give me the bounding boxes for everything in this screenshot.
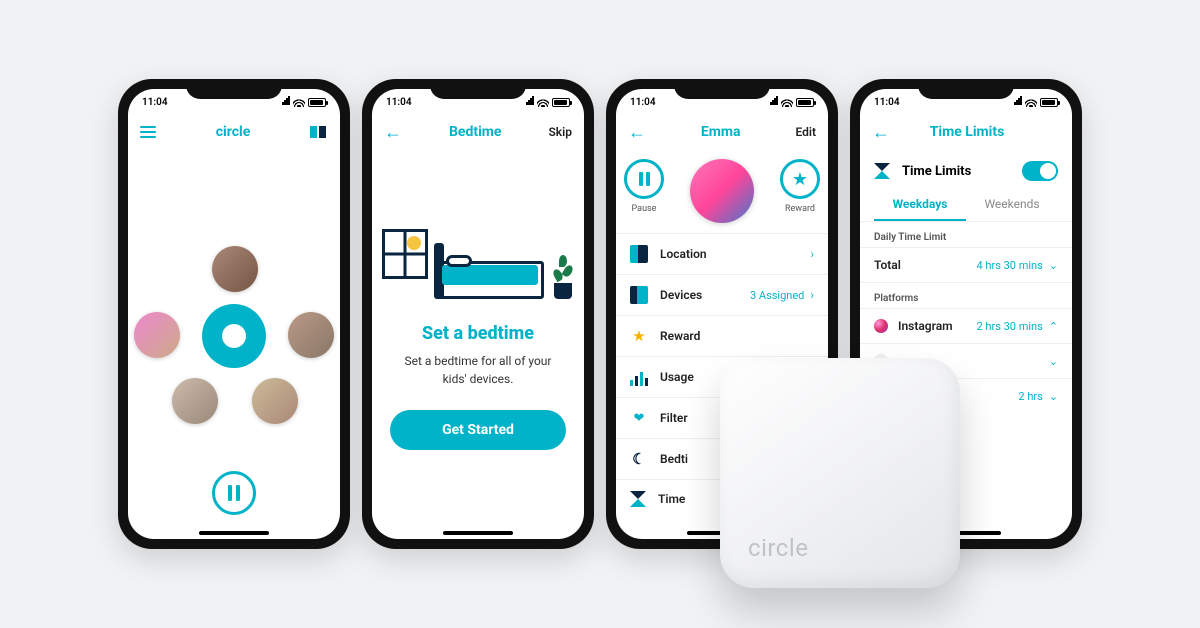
clock: 11:04	[142, 97, 168, 108]
hourglass-icon	[630, 491, 646, 507]
toggle-switch[interactable]	[1022, 161, 1058, 181]
location-icon	[630, 245, 648, 263]
window-icon	[382, 229, 428, 279]
pause-icon	[624, 159, 664, 199]
bedtime-icon	[630, 450, 648, 468]
family-avatar[interactable]	[212, 246, 258, 292]
phone-home: 11:04 circle	[118, 79, 350, 549]
battery-icon	[796, 98, 814, 107]
bed-icon	[436, 239, 544, 299]
menu-row-devices[interactable]: Devices 3 Assigned ›	[616, 274, 828, 315]
plant-icon	[552, 249, 574, 299]
back-button[interactable]: ←	[384, 122, 402, 143]
pause-label: Pause	[632, 204, 657, 214]
filter-icon	[630, 409, 648, 427]
profile-avatar[interactable]	[690, 159, 754, 223]
app-title: circle	[216, 124, 251, 140]
pause-all-button[interactable]	[212, 471, 256, 515]
hourglass-icon	[874, 163, 890, 179]
wifi-icon	[1025, 98, 1037, 107]
signal-icon	[282, 96, 290, 108]
skip-button[interactable]: Skip	[548, 125, 572, 139]
family-avatar[interactable]	[134, 312, 180, 358]
reward-label: Reward	[785, 204, 815, 214]
reward-button[interactable]: ★ Reward	[780, 159, 820, 223]
signal-icon	[1014, 96, 1022, 108]
hamburger-menu-icon[interactable]	[140, 126, 156, 138]
wifi-icon	[537, 98, 549, 107]
family-avatar[interactable]	[172, 378, 218, 424]
battery-icon	[552, 98, 570, 107]
time-limits-toggle-row[interactable]: Time Limits	[860, 149, 1072, 193]
family-avatar[interactable]	[288, 312, 334, 358]
bedtime-illustration	[372, 149, 584, 299]
chevron-down-icon: ⌄	[1049, 390, 1058, 403]
menu-row-rewards[interactable]: Reward	[616, 315, 828, 356]
clock: 11:04	[630, 97, 656, 108]
section-platforms: Platforms	[860, 282, 1072, 308]
instagram-icon	[874, 319, 888, 333]
bedtime-body: Set a bedtime for all of your kids' devi…	[372, 352, 584, 388]
moon-icon	[407, 236, 421, 250]
signal-icon	[526, 96, 534, 108]
reward-icon	[630, 327, 648, 345]
wifi-icon	[293, 98, 305, 107]
limit-row-instagram[interactable]: Instagram 2 hrs 30 mins ⌃	[860, 308, 1072, 343]
phone-bedtime: 11:04 ← Bedtime Skip	[362, 79, 594, 549]
star-icon: ★	[780, 159, 820, 199]
home-center-button[interactable]	[202, 304, 266, 368]
profile-name: Emma	[701, 124, 741, 140]
limit-row-total[interactable]: Total 4 hrs 30 mins ⌄	[860, 247, 1072, 282]
chevron-down-icon: ⌄	[1049, 259, 1058, 272]
pause-button[interactable]: Pause	[624, 159, 664, 223]
wifi-icon	[781, 98, 793, 107]
family-avatar[interactable]	[252, 378, 298, 424]
page-title: Bedtime	[449, 124, 502, 140]
clock: 11:04	[874, 97, 900, 108]
battery-icon	[308, 98, 326, 107]
circle-device: circle	[720, 358, 960, 588]
devices-icon	[630, 286, 648, 304]
usage-icon	[630, 368, 648, 386]
device-logo: circle	[748, 534, 808, 562]
clock: 11:04	[386, 97, 412, 108]
section-daily: Daily Time Limit	[860, 221, 1072, 247]
chevron-up-icon: ⌃	[1049, 320, 1058, 333]
chevron-down-icon: ⌄	[1049, 355, 1058, 368]
page-title: Time Limits	[930, 124, 1005, 140]
edit-button[interactable]: Edit	[795, 125, 816, 139]
chevron-right-icon: ›	[810, 288, 814, 302]
tab-weekends[interactable]: Weekends	[966, 197, 1058, 221]
back-button[interactable]: ←	[628, 122, 646, 143]
tab-weekdays[interactable]: Weekdays	[874, 197, 966, 221]
menu-row-location[interactable]: Location ›	[616, 233, 828, 274]
chevron-right-icon: ›	[810, 247, 814, 261]
get-started-button[interactable]: Get Started	[390, 410, 566, 450]
device-status-icon[interactable]	[310, 126, 328, 138]
bedtime-heading: Set a bedtime	[372, 323, 584, 344]
battery-icon	[1040, 98, 1058, 107]
signal-icon	[770, 96, 778, 108]
back-button[interactable]: ←	[872, 122, 890, 143]
